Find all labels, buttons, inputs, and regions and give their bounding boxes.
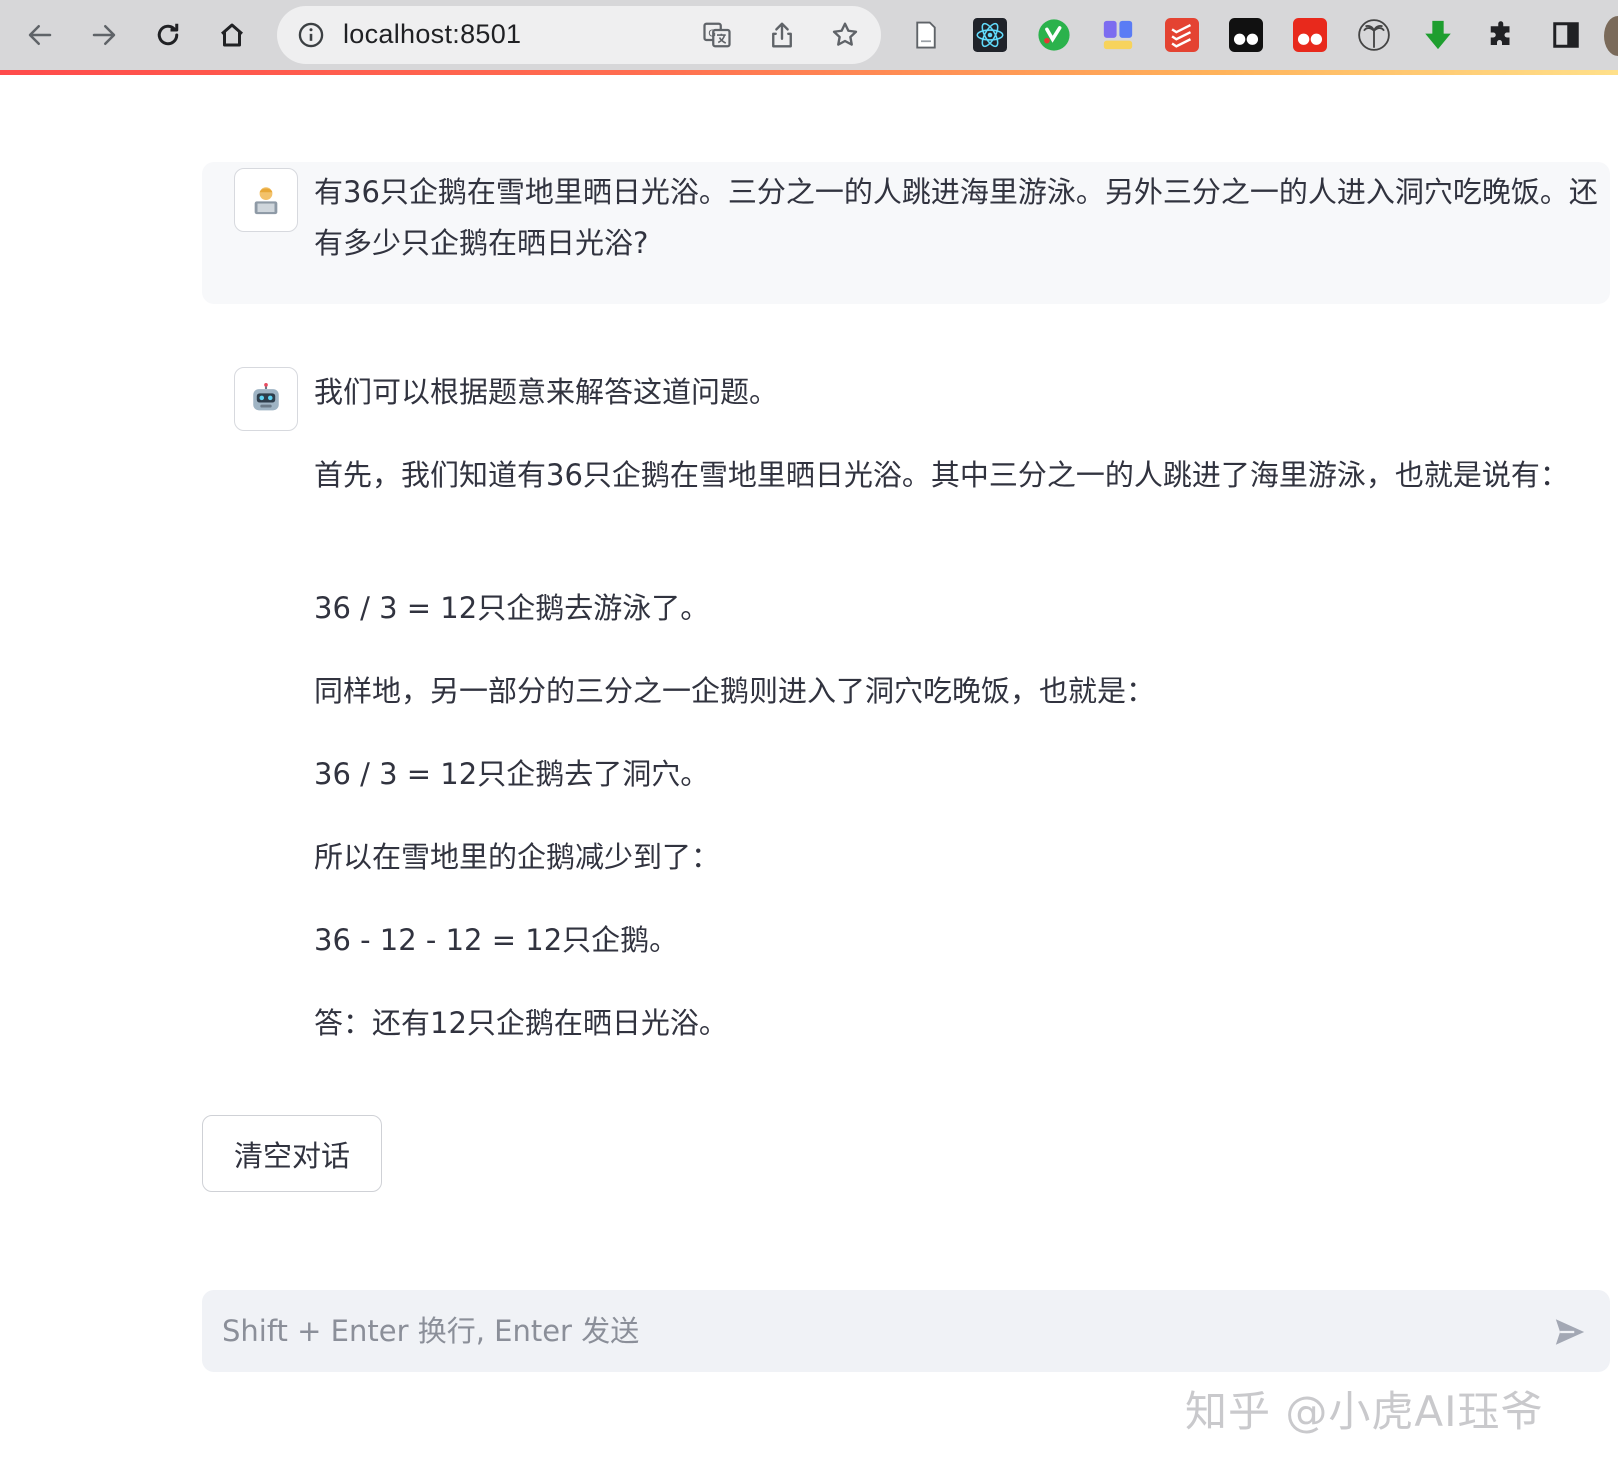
tampermonkey-dark-icon[interactable]	[1228, 17, 1264, 53]
back-arrow-icon[interactable]	[16, 11, 64, 59]
clear-conversation-button[interactable]: 清空对话	[202, 1115, 382, 1192]
user-message-text: 有36只企鹅在雪地里晒日光浴。三分之一的人跳进海里游泳。另外三分之一的人进入洞穴…	[314, 175, 1598, 260]
chat-input[interactable]	[220, 1302, 1520, 1360]
tampermonkey-red-icon[interactable]	[1292, 17, 1328, 53]
green-check-extension-icon[interactable]	[1036, 17, 1072, 53]
download-arrow-icon[interactable]	[1420, 17, 1456, 53]
watermark: 知乎 @小虎AI珏爷	[1185, 1387, 1544, 1436]
todoist-icon[interactable]	[1164, 17, 1200, 53]
reload-icon[interactable]	[144, 11, 192, 59]
blocks-extension-icon[interactable]	[1100, 17, 1136, 53]
bot-message-paragraph: 36 - 12 - 12 = 12只企鹅。	[314, 923, 679, 957]
bot-message-paragraph: 首先，我们知道有36只企鹅在雪地里晒日光浴。其中三分之一的人跳进了海里游泳，也就…	[314, 458, 1569, 492]
person-laptop-icon	[254, 187, 278, 215]
bot-message-paragraph: 同样地，另一部分的三分之一企鹅则进入了洞穴吃晚饭，也就是：	[314, 674, 1156, 708]
site-info-icon[interactable]	[297, 21, 325, 49]
sidepanel-icon[interactable]	[1548, 17, 1584, 53]
forward-arrow-icon[interactable]	[80, 11, 128, 59]
send-icon	[1555, 1319, 1585, 1345]
bot-message-paragraph: 我们可以根据题意来解答这道问题。	[314, 375, 779, 409]
bot-avatar	[234, 367, 298, 431]
app-accent-bar	[0, 70, 1618, 75]
address-url[interactable]: localhost:8501	[343, 19, 521, 50]
bot-message-paragraph: 36 / 3 = 12只企鹅去了洞穴。	[314, 757, 710, 791]
robot-icon	[253, 382, 279, 411]
react-devtools-icon[interactable]	[972, 17, 1008, 53]
bookmark-star-icon[interactable]	[830, 20, 860, 50]
user-avatar	[234, 168, 298, 232]
puzzle-extensions-icon[interactable]	[1484, 17, 1520, 53]
address-bar[interactable]: localhost:8501 G	[277, 6, 881, 64]
document-icon[interactable]	[908, 17, 944, 53]
browser-toolbar: localhost:8501 G	[0, 0, 1618, 70]
svg-text:G: G	[708, 28, 716, 39]
bot-message-paragraph: 答：还有12只企鹅在晒日光浴。	[314, 1006, 728, 1040]
translate-icon[interactable]: G	[702, 20, 732, 50]
profile-avatar-partial[interactable]	[1604, 16, 1618, 56]
chat-input-container	[202, 1290, 1610, 1372]
bot-message-paragraph: 36 / 3 = 12只企鹅去游泳了。	[314, 591, 710, 625]
home-icon[interactable]	[208, 11, 256, 59]
bot-message-paragraph: 所以在雪地里的企鹅减少到了：	[314, 840, 721, 874]
palm-tree-icon[interactable]	[1356, 17, 1392, 53]
share-icon[interactable]	[767, 20, 797, 50]
send-button[interactable]	[1546, 1312, 1594, 1352]
